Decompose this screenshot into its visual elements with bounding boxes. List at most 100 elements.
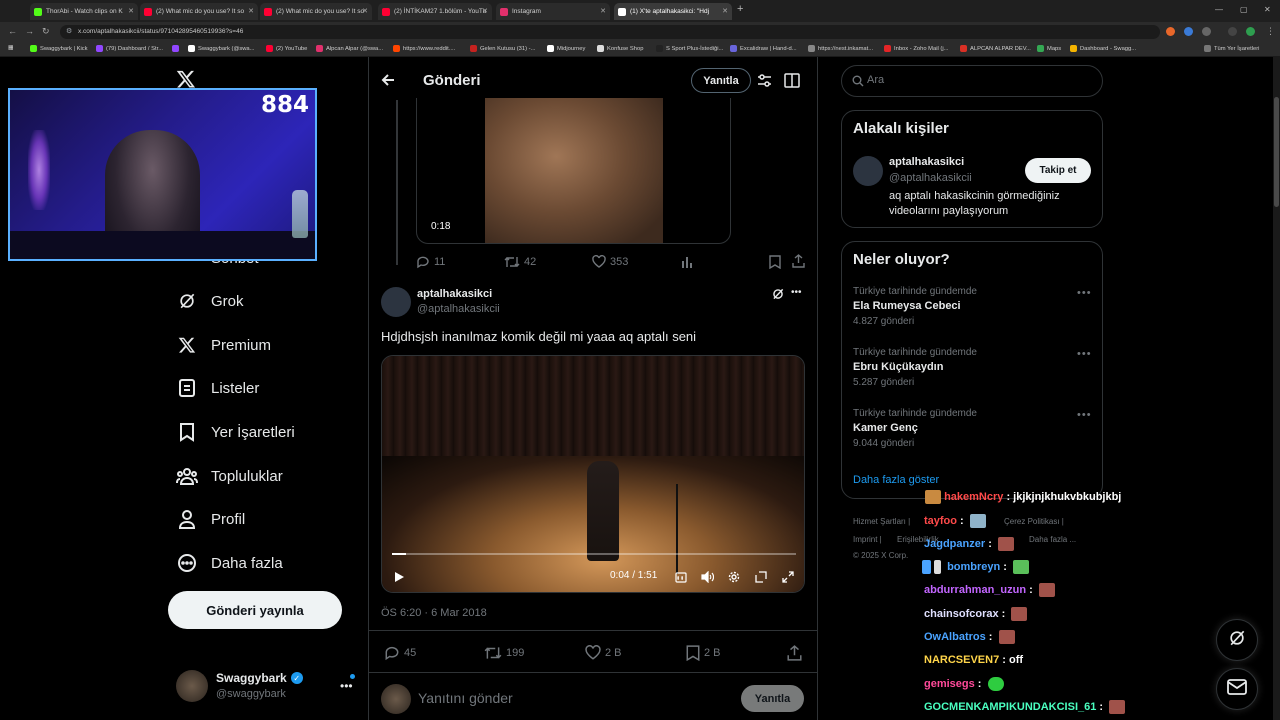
reader-view-icon[interactable] (784, 73, 800, 93)
sidebar-item-premium[interactable]: Premium (176, 330, 271, 360)
messages-fab[interactable] (1216, 668, 1258, 710)
avatar[interactable] (176, 670, 208, 702)
like-action[interactable]: 353 (592, 255, 628, 269)
bookmark-item[interactable]: Swaggybark (@swa... (188, 45, 254, 52)
bookmark-item[interactable]: Dashboard - Swagg... (1070, 45, 1136, 52)
video-progress-track[interactable] (392, 553, 796, 555)
extension-icon[interactable] (1184, 27, 1193, 36)
close-icon[interactable]: ✕ (248, 7, 254, 15)
minimize-icon[interactable]: — (1215, 5, 1223, 14)
trend-item[interactable]: Türkiye tarihinde gündemde Ela Rumeysa C… (853, 286, 977, 327)
sidebar-item-more[interactable]: Daha fazla (176, 548, 283, 578)
close-window-icon[interactable]: ✕ (1264, 5, 1271, 14)
bookmark-item[interactable]: https://nest.inkamat... (808, 45, 873, 52)
bookmark-icon[interactable] (769, 255, 781, 274)
bookmark-item[interactable]: Maps (1037, 45, 1061, 52)
account-menu-icon[interactable]: ••• (340, 679, 353, 693)
share-icon[interactable] (792, 254, 805, 273)
settings-gear-icon[interactable] (728, 570, 740, 588)
picture-in-picture-icon[interactable] (755, 570, 767, 588)
browser-tab-active[interactable]: (1) X'te aptalhakasikci: "Hdj ✕ (614, 3, 732, 20)
bookmark-item[interactable]: (2) YouTube (266, 45, 307, 52)
extension-icon[interactable] (1166, 27, 1175, 36)
search-input[interactable]: Ara (841, 65, 1103, 97)
repost-action[interactable]: 199 (484, 645, 524, 661)
share-icon[interactable] (787, 645, 802, 666)
new-tab-button[interactable]: + (737, 3, 743, 15)
grok-icon[interactable] (771, 287, 785, 306)
bookmark-item[interactable]: Excalidraw | Hand-d... (730, 45, 797, 52)
bookmark-item[interactable]: https://www.reddit.... (393, 45, 455, 52)
repost-action[interactable]: 42 (504, 255, 536, 269)
scrollbar-thumb[interactable] (1274, 97, 1279, 207)
bookmark-item[interactable]: Gelen Kutusu (31) -... (470, 45, 535, 52)
address-bar[interactable]: ⚙ x.com/aptalhakasikcii/status/971042895… (60, 25, 1160, 39)
close-icon[interactable]: ✕ (362, 7, 368, 15)
all-bookmarks[interactable]: Tüm Yer İşaretleri (1204, 45, 1259, 52)
post-author-name[interactable]: aptalhakasikci (417, 288, 492, 300)
reload-icon[interactable]: ↻ (42, 26, 50, 37)
footer-link[interactable]: Imprint | (853, 535, 882, 544)
bookmark-item[interactable]: Swaggybark | Kick (30, 45, 88, 52)
extensions-icon[interactable] (1202, 27, 1211, 36)
reply-header-button[interactable]: Yanıtla (691, 68, 751, 93)
trend-item[interactable]: Türkiye tarihinde gündemde Kamer Genç 9.… (853, 408, 977, 449)
post-more-icon[interactable]: ••• (791, 287, 802, 298)
bookmark-item[interactable]: S Sport Plus-İstediği... (656, 45, 723, 52)
follow-button[interactable]: Takip et (1025, 158, 1091, 183)
scrollbar[interactable] (1273, 57, 1280, 720)
maximize-icon[interactable]: ▢ (1240, 5, 1248, 14)
browser-tab[interactable]: Instagram ✕ (496, 3, 610, 20)
browser-tab[interactable]: ThorAbi - Watch clips on K ✕ (30, 3, 138, 20)
close-icon[interactable]: ✕ (128, 7, 134, 15)
like-action[interactable]: 2 B (585, 645, 622, 661)
bookmark-item[interactable]: Alpcan Alpar (@swa... (316, 45, 383, 52)
post-timestamp[interactable]: ÖS 6:20 · 6 Mar 2018 (381, 607, 487, 619)
bookmark-item[interactable]: Inbox - Zoho Mail (j... (884, 45, 948, 52)
close-icon[interactable]: ✕ (482, 7, 488, 15)
volume-icon[interactable] (701, 570, 715, 588)
views-icon[interactable] (681, 255, 693, 273)
relevant-name[interactable]: aptalhakasikci (889, 156, 964, 168)
reply-action[interactable]: 11 (416, 255, 445, 269)
bookmark-action[interactable]: 2 B (686, 645, 721, 661)
trend-item[interactable]: Türkiye tarihinde gündemde Ebru Küçükayd… (853, 347, 977, 388)
fullscreen-icon[interactable] (782, 570, 794, 588)
grok-fab[interactable] (1216, 619, 1258, 661)
post-button[interactable]: Gönderi yayınla (168, 591, 342, 629)
bookmark-item[interactable]: ALPCAN ALPAR DEV... (960, 45, 1031, 52)
trend-more-icon[interactable]: ••• (1077, 287, 1092, 299)
site-info-icon[interactable]: ⚙ (66, 25, 72, 39)
trend-more-icon[interactable]: ••• (1077, 409, 1092, 421)
apps-icon[interactable]: ▦ (8, 45, 13, 51)
download-icon[interactable] (1228, 27, 1237, 36)
show-more-link[interactable]: Daha fazla göster (853, 474, 939, 486)
menu-icon[interactable]: ⋮ (1266, 26, 1275, 37)
reply-action[interactable]: 45 (384, 645, 416, 661)
profile-avatar-icon[interactable] (1246, 27, 1255, 36)
bookmark-item[interactable]: (79) Dashboard / Str... (96, 45, 163, 52)
reply-submit-button[interactable]: Yanıtla (741, 685, 804, 712)
back-icon[interactable]: ← (8, 26, 17, 36)
play-icon[interactable] (394, 570, 405, 588)
relevant-avatar[interactable] (853, 156, 883, 186)
sidebar-item-lists[interactable]: Listeler (176, 373, 259, 403)
trend-more-icon[interactable]: ••• (1077, 348, 1092, 360)
bookmark-item[interactable]: Konfuse Shop (597, 45, 643, 52)
sidebar-item-profile[interactable]: Profil (176, 504, 245, 534)
sidebar-item-bookmarks[interactable]: Yer İşaretleri (176, 417, 295, 447)
close-icon[interactable]: ✕ (600, 7, 606, 15)
sidebar-item-grok[interactable]: Grok (176, 286, 244, 316)
filter-icon[interactable] (757, 73, 772, 93)
close-icon[interactable]: ✕ (722, 7, 728, 15)
browser-tab[interactable]: (2) What mic do you use? It so ✕ (140, 3, 258, 20)
footer-link[interactable]: Hizmet Şartları | (853, 517, 910, 526)
post-author-handle[interactable]: @aptalhakasikcii (417, 303, 500, 315)
bookmark-item[interactable] (172, 45, 182, 52)
footer-link[interactable]: Çerez Politikası | (1004, 517, 1064, 526)
forward-icon[interactable]: → (25, 26, 34, 36)
post-avatar[interactable] (381, 287, 411, 317)
browser-tab[interactable]: (2) İNTİKAM27 1.bölüm - YouTu ✕ (378, 3, 492, 20)
reply-input[interactable]: Yanıtını gönder (418, 690, 513, 706)
quoted-video[interactable]: 0:18 (416, 98, 731, 244)
